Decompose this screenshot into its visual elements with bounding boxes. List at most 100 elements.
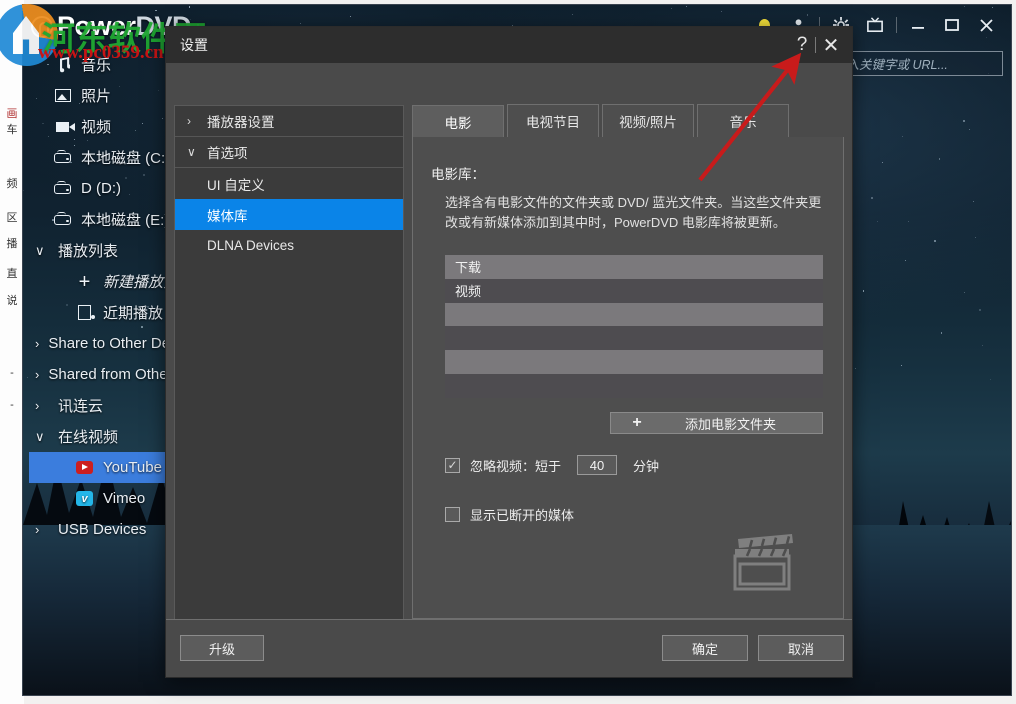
drive-icon xyxy=(53,215,72,225)
dialog-footer: 升级 确定 取消 xyxy=(166,619,852,677)
sidebar-item-label: 本地磁盘 (C:) xyxy=(81,147,170,168)
sidebar-item-label: YouTube xyxy=(103,459,162,476)
sidebar-item-label: 在线视频 xyxy=(58,426,118,447)
drive-icon xyxy=(53,153,72,163)
settings-nav-label: 播放器设置 xyxy=(207,111,275,131)
sidebar-item-视频[interactable]: 视频 xyxy=(29,111,185,142)
sidebar-item-新建播放列表[interactable]: +新建播放列表 xyxy=(29,266,185,297)
upgrade-button[interactable]: 升级 xyxy=(180,635,264,661)
sidebar-item-vimeo[interactable]: vVimeo xyxy=(29,483,185,514)
sidebar-item-label: D (D:) xyxy=(81,180,121,197)
folder-list-row[interactable] xyxy=(445,374,823,398)
sidebar-item-本地磁盘-c[interactable]: 本地磁盘 (C:) xyxy=(29,142,185,173)
sidebar-item-在线视频[interactable]: ∨在线视频 xyxy=(29,421,185,452)
folder-list-row[interactable] xyxy=(445,326,823,350)
settings-nav-item-播放器设置[interactable]: ›播放器设置 xyxy=(175,106,403,137)
settings-nav-label: UI 自定义 xyxy=(207,174,265,194)
sidebar-item-usb-devices[interactable]: › USB Devices xyxy=(29,514,185,545)
sidebar-item-label: 本地磁盘 (E:) xyxy=(81,209,169,230)
sidebar-item-照片[interactable]: 照片 xyxy=(29,80,185,111)
sidebar-item-label: 播放列表 xyxy=(58,240,118,261)
maximize-icon[interactable] xyxy=(935,9,969,41)
section-description: 选择含有电影文件的文件夹或 DVD/ 蓝光文件夹。当这些文件夹更改或有新媒体添加… xyxy=(445,193,823,233)
youtube-icon xyxy=(75,461,94,474)
plus-icon: + xyxy=(75,272,94,292)
settings-dialog: 设置 ? ✕ ›播放器设置 ∨ 首选项 UI 自定义媒体库DLNA Devices 电… xyxy=(165,26,853,678)
photo-icon xyxy=(53,89,72,102)
section-label: 电影库： xyxy=(431,163,485,183)
sidebar: 音乐照片视频本地磁盘 (C:)D (D:)本地磁盘 (E:)∨播放列表+新建播放… xyxy=(29,49,185,649)
minimize-icon[interactable] xyxy=(901,9,935,41)
dialog-body: ›播放器设置∨首选项UI 自定义媒体库DLNA Devices 电影电视节目视频… xyxy=(166,63,852,619)
cancel-button[interactable]: 取消 xyxy=(758,635,844,661)
sidebar-item-播放列表[interactable]: ∨ 播放列表 xyxy=(29,235,185,266)
show-disconnected-media-row[interactable]: 显示已断开的媒体 xyxy=(445,505,574,524)
screen: 画 车 频 区 播 直 说 - - PowerDVD xyxy=(0,0,1016,704)
tab-电影[interactable]: 电影 xyxy=(412,105,504,138)
minutes-input[interactable]: 40 xyxy=(577,455,617,475)
folder-list-row[interactable]: 视频 xyxy=(445,279,823,303)
ok-button[interactable]: 确定 xyxy=(662,635,748,661)
tab-音乐[interactable]: 音乐 xyxy=(697,104,789,137)
search-input[interactable]: 输入关键字或 URL... xyxy=(827,51,1003,76)
plus-icon: + xyxy=(611,414,663,432)
add-movie-folder-button[interactable]: + 添加电影文件夹 xyxy=(610,412,823,434)
drive-icon xyxy=(53,184,72,194)
sidebar-item-label: 视频 xyxy=(81,116,111,137)
dialog-close-icon[interactable]: ✕ xyxy=(816,31,846,59)
sidebar-item-本地磁盘-e[interactable]: 本地磁盘 (E:) xyxy=(29,204,185,235)
dialog-title: 设置 xyxy=(180,35,208,55)
add-movie-folder-label: 添加电影文件夹 xyxy=(663,414,822,433)
tab-label: 电影 xyxy=(445,112,472,132)
recent-icon xyxy=(75,305,94,320)
dialog-titlebar-buttons: ? ✕ xyxy=(789,31,846,59)
settings-tabs: 电影 电视节目 视频/照片 音乐 xyxy=(412,105,844,138)
tab-label: 视频/照片 xyxy=(619,111,677,131)
folder-list-row[interactable] xyxy=(445,350,823,374)
ignore-short-videos-label-before: 忽略视频：短于 xyxy=(470,456,561,475)
sidebar-item-shared-from-other-devices[interactable]: ›Shared from Other Devices xyxy=(29,359,185,390)
sidebar-item-share-to-other-devices[interactable]: ›Share to Other Devices xyxy=(29,328,185,359)
tab-label: 电视节目 xyxy=(526,111,580,131)
ignore-short-videos-label-after: 分钟 xyxy=(633,456,659,475)
chevron-right-icon: › xyxy=(35,367,39,382)
divider xyxy=(896,17,897,33)
chevron-down-icon: ∨ xyxy=(187,145,199,159)
tab-视频-照片[interactable]: 视频/照片 xyxy=(602,104,694,137)
ignore-short-videos-row[interactable]: ✓ 忽略视频：短于 40 分钟 xyxy=(445,455,659,475)
close-icon[interactable] xyxy=(969,9,1003,41)
sidebar-item-d-d[interactable]: D (D:) xyxy=(29,173,185,204)
settings-nav-item-媒体库[interactable]: 媒体库 xyxy=(175,199,403,230)
folder-list-label: 视频 xyxy=(455,281,481,300)
chevron-right-icon: › xyxy=(35,336,39,351)
tab-label: 音乐 xyxy=(730,111,757,131)
settings-nav-item-ui-自定义[interactable]: UI 自定义 xyxy=(175,168,403,199)
sidebar-item-近期播放[interactable]: 近期播放 xyxy=(29,297,185,328)
settings-nav-item-dlna-devices[interactable]: DLNA Devices xyxy=(175,230,403,261)
sidebar-item-label: USB Devices xyxy=(58,521,146,538)
settings-nav-tree: ›播放器设置 ∨ 首选项 UI 自定义媒体库DLNA Devices xyxy=(174,105,404,677)
background-window-edge: 画 车 频 区 播 直 说 - - xyxy=(0,0,24,704)
show-disconnected-media-checkbox[interactable] xyxy=(445,507,460,522)
chevron-down-icon: ∨ xyxy=(35,243,49,259)
sidebar-item-youtube[interactable]: YouTube xyxy=(29,452,185,483)
show-disconnected-media-label: 显示已断开的媒体 xyxy=(470,505,574,524)
ignore-short-videos-checkbox[interactable]: ✓ xyxy=(445,458,460,473)
movie-folder-list[interactable]: 下载视频 xyxy=(445,255,823,398)
folder-list-row[interactable] xyxy=(445,303,823,327)
sidebar-item-讯连云[interactable]: ›讯连云 xyxy=(29,390,185,421)
chevron-right-icon: › xyxy=(35,522,49,537)
folder-list-label: 下载 xyxy=(455,257,481,276)
sidebar-item-label: 照片 xyxy=(81,85,111,106)
help-icon[interactable]: ? xyxy=(789,31,815,59)
tab-电视节目[interactable]: 电视节目 xyxy=(507,104,599,137)
settings-nav-item-首选项[interactable]: ∨ 首选项 xyxy=(175,137,403,168)
settings-nav-label: 首选项 xyxy=(207,142,248,162)
tab-strip-filler xyxy=(792,104,841,137)
dialog-titlebar: 设置 ? ✕ xyxy=(166,27,852,63)
sidebar-item-label: 讯连云 xyxy=(58,395,103,416)
sidebar-item-label: Vimeo xyxy=(103,490,145,507)
video-icon xyxy=(53,122,72,132)
folder-list-row[interactable]: 下载 xyxy=(445,255,823,279)
tv-icon[interactable] xyxy=(858,9,892,41)
